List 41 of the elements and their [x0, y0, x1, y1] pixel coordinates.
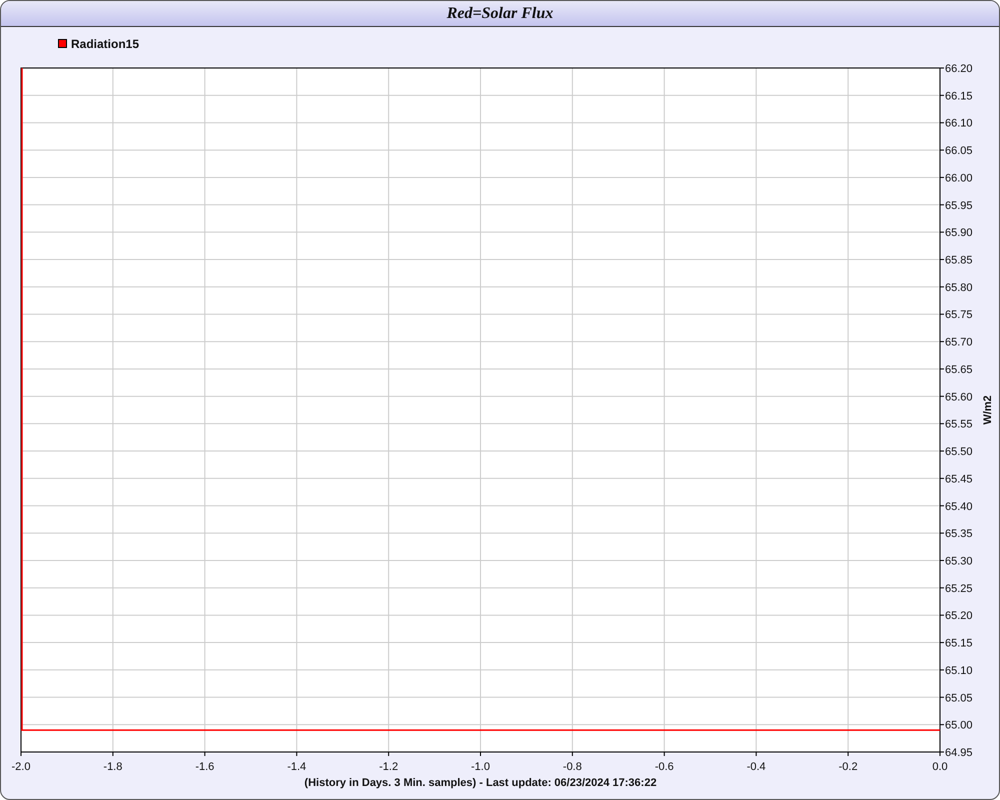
y-tick-label: 65.90 [945, 227, 973, 240]
x-tick-label: -1.6 [195, 761, 214, 773]
x-tick-label: -0.2 [838, 761, 858, 773]
x-tick-label: -0.6 [654, 761, 674, 773]
y-tick-label: 65.30 [945, 555, 973, 568]
y-tick-label: 65.95 [945, 200, 973, 212]
y-tick-label: 65.05 [945, 692, 973, 704]
y-axis-title: W/m2 [982, 395, 994, 425]
x-tick-label: -2.0 [12, 761, 30, 773]
legend-label: Radiation15 [71, 36, 140, 52]
x-tick-label: -1.2 [379, 761, 398, 773]
y-tick-label: 66.00 [945, 172, 973, 184]
y-tick-label: 65.75 [945, 309, 973, 322]
x-tick-label: -1.0 [471, 761, 490, 773]
y-tick-label: 65.80 [945, 282, 973, 294]
y-tick-label: 65.65 [945, 364, 973, 376]
x-tick-label: -1.4 [287, 761, 306, 773]
y-tick-label: 65.85 [945, 254, 973, 267]
y-tick-label: 65.50 [945, 446, 973, 458]
window-title: Red=Solar Flux [1, 1, 999, 27]
x-tick-label: 0.0 [932, 761, 948, 773]
x-tick-label: -1.8 [103, 761, 122, 773]
y-tick-label: 66.20 [945, 63, 973, 75]
y-tick-label: 66.10 [945, 118, 973, 130]
x-tick-label: -0.8 [562, 761, 582, 773]
y-tick-label: 65.60 [945, 391, 973, 404]
y-tick-label: 65.45 [945, 473, 973, 486]
y-tick-label: 65.40 [945, 500, 973, 513]
y-tick-label: 65.25 [945, 582, 973, 595]
y-tick-label: 66.15 [945, 90, 973, 102]
y-tick-label: 65.15 [945, 638, 973, 650]
x-axis-title: (History in Days. 3 Min. samples) - Last update: 06/23/2024 17:36:22 [304, 777, 657, 789]
y-tick-label: 66.05 [945, 145, 973, 158]
y-tick-label: 65.10 [945, 664, 973, 677]
y-tick-label: 65.55 [945, 418, 973, 431]
y-tick-label: 65.20 [945, 610, 973, 622]
y-tick-label: 64.95 [945, 747, 973, 759]
y-tick-label: 65.35 [945, 528, 973, 540]
y-tick-label: 65.70 [945, 336, 973, 349]
y-tick-label: 65.00 [945, 720, 973, 732]
x-tick-label: -0.4 [746, 761, 766, 773]
